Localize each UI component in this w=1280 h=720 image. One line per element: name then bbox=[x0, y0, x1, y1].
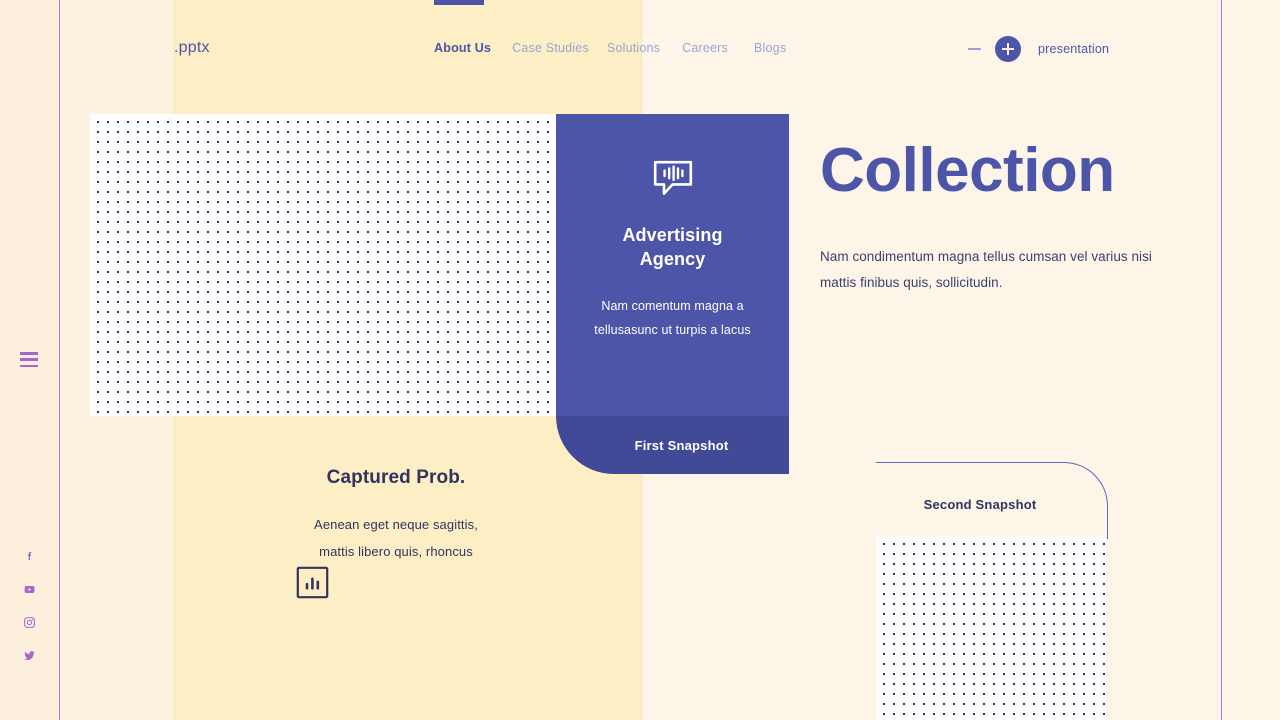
twitter-icon[interactable] bbox=[23, 649, 36, 662]
left-rail bbox=[0, 0, 59, 720]
top-accent-bar bbox=[434, 0, 484, 5]
social-links bbox=[0, 550, 59, 662]
speech-bubble-waveform-icon bbox=[652, 159, 694, 199]
left-rail-divider bbox=[59, 0, 60, 720]
hamburger-bar bbox=[20, 358, 38, 361]
first-snapshot-label: First Snapshot bbox=[634, 437, 729, 453]
brand-label[interactable]: .pptx bbox=[174, 39, 210, 57]
plus-icon[interactable] bbox=[995, 36, 1021, 62]
hero-section: Collection Nam condimentum magna tellus … bbox=[820, 140, 1200, 310]
hamburger-bar bbox=[20, 352, 38, 355]
card-title: Advertising Agency bbox=[622, 225, 723, 270]
hamburger-bar bbox=[20, 364, 38, 367]
hero-description: Nam condimentum magna tellus cumsan vel … bbox=[820, 249, 1152, 291]
youtube-icon[interactable] bbox=[23, 583, 36, 596]
nav-item-careers[interactable]: Careers bbox=[682, 41, 728, 55]
bar-chart-icon bbox=[296, 566, 496, 599]
page-header: .pptx About Us Case Studies Solutions Ca… bbox=[0, 0, 1280, 96]
header-actions: presentation bbox=[968, 36, 1109, 62]
presentation-label[interactable]: presentation bbox=[1038, 42, 1109, 56]
page-title: Collection bbox=[820, 136, 1115, 205]
card-description: Nam comentum magna a tellusasunc ut turp… bbox=[594, 298, 751, 337]
minus-icon[interactable] bbox=[968, 48, 981, 50]
feature-description: Aenean eget neque sagittis, mattis liber… bbox=[314, 517, 478, 559]
card-body: Advertising Agency Nam comentum magna a … bbox=[556, 114, 789, 416]
advertising-agency-card[interactable]: Advertising Agency Nam comentum magna a … bbox=[556, 114, 789, 474]
main-navigation: About Us Case Studies Solutions Careers … bbox=[434, 41, 786, 55]
dotted-panel-primary bbox=[90, 114, 556, 416]
captured-prob-feature: Captured Prob. Aenean eget neque sagitti… bbox=[296, 466, 496, 599]
second-snapshot-section[interactable]: Second Snapshot bbox=[876, 462, 1108, 542]
right-rail-divider bbox=[1221, 0, 1222, 720]
nav-item-blogs[interactable]: Blogs bbox=[754, 41, 786, 55]
first-snapshot-footer[interactable]: First Snapshot bbox=[556, 416, 789, 474]
second-snapshot-label: Second Snapshot bbox=[923, 497, 1037, 512]
background-band-far-right bbox=[1221, 0, 1280, 720]
dotted-panel-secondary bbox=[876, 536, 1106, 720]
nav-item-case-studies[interactable]: Case Studies bbox=[512, 41, 589, 55]
facebook-icon[interactable] bbox=[23, 550, 36, 563]
feature-title: Captured Prob. bbox=[326, 467, 466, 488]
hamburger-menu-icon[interactable] bbox=[20, 352, 38, 367]
nav-item-solutions[interactable]: Solutions bbox=[607, 41, 660, 55]
nav-item-about-us[interactable]: About Us bbox=[434, 41, 491, 55]
instagram-icon[interactable] bbox=[23, 616, 36, 629]
